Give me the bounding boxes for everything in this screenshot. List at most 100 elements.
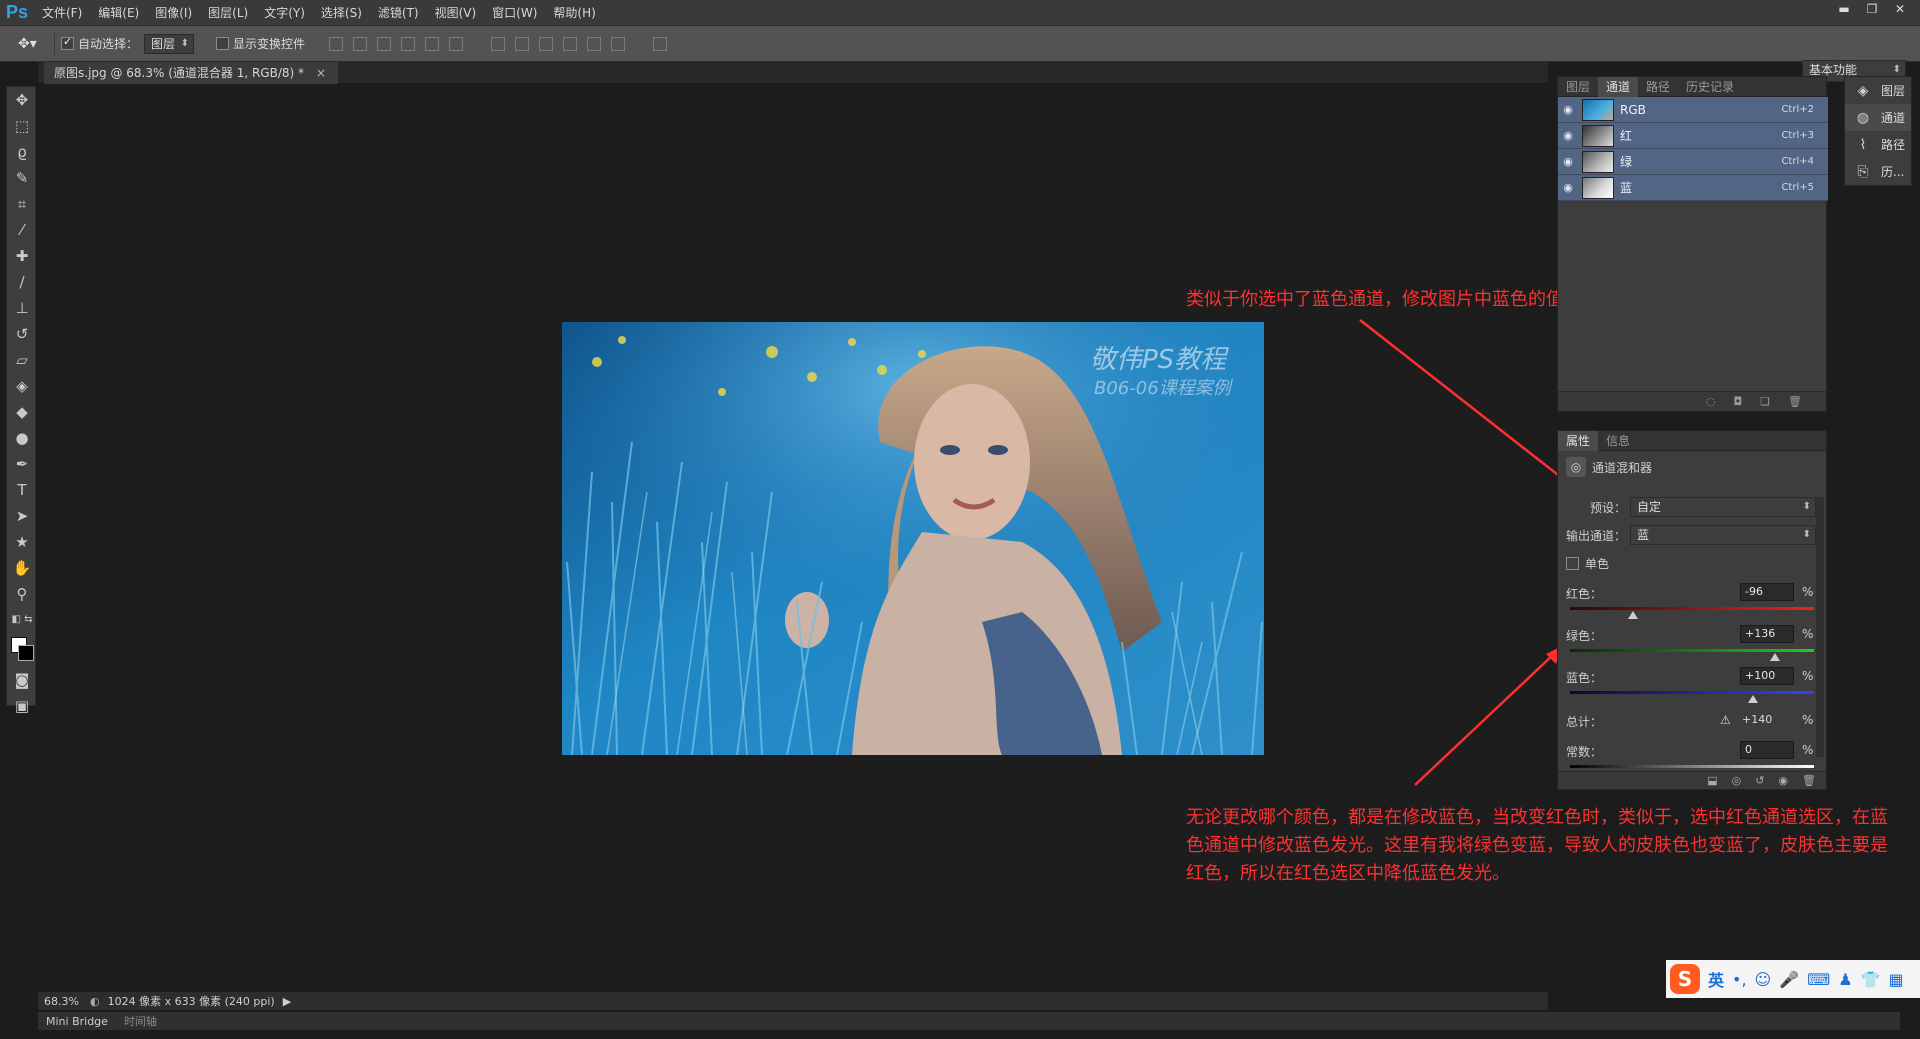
status-menu-arrow-icon[interactable]: ▶ — [283, 995, 291, 1008]
channel-shortcut: Ctrl+4 — [1781, 156, 1814, 167]
path-select-tool-icon[interactable]: ➤ — [7, 503, 37, 529]
red-slider-track[interactable] — [1570, 607, 1814, 610]
shape-tool-icon[interactable]: ★ — [7, 529, 37, 555]
grid-menu-icon[interactable]: ▦ — [1889, 970, 1904, 989]
eyedropper-tool-icon[interactable]: ⁄ — [7, 217, 37, 243]
crop-tool-icon[interactable]: ⌗ — [7, 191, 37, 217]
output-channel-dropdown[interactable]: 蓝 — [1630, 525, 1816, 545]
pen-tool-icon[interactable]: ✒ — [7, 451, 37, 477]
hand-tool-icon[interactable]: ✋ — [7, 555, 37, 581]
sogou-logo-icon[interactable]: S — [1670, 964, 1700, 994]
blue-slider-thumb[interactable] — [1748, 695, 1758, 703]
type-tool-icon[interactable]: T — [7, 477, 37, 503]
ime-mode[interactable]: 英 — [1708, 967, 1724, 991]
tab-properties[interactable]: 属性 — [1558, 430, 1599, 451]
quick-select-tool-icon[interactable]: ✎ — [7, 165, 37, 191]
channel-thumbnail — [1582, 150, 1614, 173]
channel-row-red[interactable]: ◉ 红 Ctrl+3 — [1558, 123, 1828, 149]
tab-layers[interactable]: 图层 — [1558, 77, 1598, 97]
marquee-tool-icon[interactable]: ⬚ — [7, 113, 37, 139]
quick-mask-icon[interactable]: ◙ — [7, 667, 37, 693]
visibility-eye-icon[interactable]: ◉ — [1558, 129, 1578, 142]
channel-row-rgb[interactable]: ◉ RGB Ctrl+2 — [1558, 97, 1828, 123]
red-value-input[interactable]: -96 — [1740, 583, 1794, 601]
channel-name: 绿 — [1620, 155, 1633, 169]
load-selection-icon[interactable]: ◌ — [1706, 395, 1716, 408]
stamp-tool-icon[interactable]: ⊥ — [7, 295, 37, 321]
red-slider-thumb[interactable] — [1628, 611, 1639, 619]
lasso-tool-icon[interactable]: ϱ — [7, 139, 37, 165]
delete-adjustment-icon[interactable]: 🗑 — [1802, 774, 1816, 787]
visibility-eye-icon[interactable]: ◉ — [1558, 181, 1578, 194]
brush-tool-icon[interactable]: ∕ — [7, 269, 37, 295]
tab-timeline[interactable]: 时间轴 — [116, 1013, 165, 1029]
green-label: 绿色： — [1566, 629, 1603, 643]
monochrome-checkbox[interactable] — [1566, 557, 1579, 570]
background-color[interactable] — [18, 645, 34, 661]
channel-shortcut: Ctrl+5 — [1781, 182, 1814, 193]
dock-history-label: 历... — [1881, 165, 1905, 179]
tab-info[interactable]: 信息 — [1598, 431, 1638, 451]
channel-row-green[interactable]: ◉ 绿 Ctrl+4 — [1558, 149, 1828, 175]
preset-label: 预设： — [1589, 500, 1626, 515]
red-label: 红色： — [1566, 587, 1603, 601]
zoom-tool-icon[interactable]: ⚲ — [7, 581, 37, 607]
tab-channels[interactable]: 通道 — [1598, 76, 1639, 97]
properties-scrollbar[interactable] — [1816, 497, 1824, 757]
doc-info-icon: ◐ — [90, 994, 100, 1008]
dodge-tool-icon[interactable]: ● — [7, 425, 37, 451]
microphone-icon[interactable]: 🎤 — [1779, 970, 1799, 989]
eraser-tool-icon[interactable]: ▱ — [7, 347, 37, 373]
history-brush-tool-icon[interactable]: ↺ — [7, 321, 37, 347]
constant-slider-track[interactable] — [1570, 765, 1814, 768]
total-label: 总计： — [1566, 715, 1603, 729]
blue-value-input[interactable]: +100 — [1740, 667, 1794, 685]
dock-channels[interactable]: ◍ 通道 — [1845, 104, 1911, 131]
tab-mini-bridge[interactable]: Mini Bridge — [38, 1015, 116, 1028]
layers-icon: ◈ — [1857, 82, 1869, 99]
emoji-icon[interactable]: ☺ — [1755, 970, 1772, 989]
default-colors-icon[interactable]: ◧ ⇆ — [7, 607, 37, 633]
toggle-visibility-icon[interactable]: ◉ — [1778, 774, 1788, 787]
dock-paths-label: 路径 — [1881, 138, 1906, 152]
reset-icon[interactable]: ↺ — [1755, 774, 1764, 787]
bottom-panel-bar: Mini Bridge 时间轴 — [38, 1012, 1900, 1030]
dock-history[interactable]: ⎘ 历... — [1845, 158, 1911, 185]
visibility-eye-icon[interactable]: ◉ — [1558, 103, 1578, 116]
monochrome-label: 单色 — [1585, 557, 1610, 571]
tab-paths[interactable]: 路径 — [1638, 77, 1678, 97]
view-previous-icon[interactable]: ◎ — [1732, 774, 1742, 787]
skin-icon[interactable]: 👕 — [1861, 970, 1881, 989]
channel-row-blue[interactable]: ◉ 蓝 Ctrl+5 — [1558, 175, 1828, 201]
delete-channel-icon[interactable]: 🗑 — [1788, 395, 1802, 408]
channels-panel-footer: ◌ ◘ ❏ 🗑 — [1558, 391, 1826, 411]
healing-tool-icon[interactable]: ✚ — [7, 243, 37, 269]
blue-slider-track[interactable] — [1570, 691, 1814, 694]
screen-mode-icon[interactable]: ▣ — [7, 693, 37, 719]
keyboard-icon[interactable]: ⌨ — [1807, 970, 1830, 989]
clip-to-layer-icon[interactable]: ⬓ — [1707, 774, 1717, 787]
dock-layers[interactable]: ◈ 图层 — [1845, 77, 1911, 104]
user-icon[interactable]: ♟ — [1838, 970, 1852, 989]
dock-paths[interactable]: ⌇ 路径 — [1845, 131, 1911, 158]
punctuation-icon[interactable]: •, — [1732, 970, 1747, 989]
bucket-tool-icon[interactable]: ◈ — [7, 373, 37, 399]
properties-panel-footer: ⬓ ◎ ↺ ◉ 🗑 — [1558, 771, 1826, 789]
new-channel-icon[interactable]: ❏ — [1760, 395, 1770, 408]
visibility-eye-icon[interactable]: ◉ — [1558, 155, 1578, 168]
arrow-line-bottom — [1414, 653, 1555, 786]
constant-value-input[interactable]: 0 — [1740, 741, 1794, 759]
output-channel-label: 输出通道： — [1566, 528, 1627, 543]
blur-tool-icon[interactable]: ◆ — [7, 399, 37, 425]
move-tool-icon[interactable]: ✥ — [7, 87, 37, 113]
channel-list: ◉ RGB Ctrl+2 ◉ 红 Ctrl+3 ◉ 绿 Ctrl+4 ◉ 蓝 C… — [1558, 97, 1828, 201]
zoom-level[interactable]: 68.3% — [38, 995, 84, 1008]
blue-label: 蓝色： — [1566, 671, 1603, 685]
green-value-input[interactable]: +136 — [1740, 625, 1794, 643]
color-swatches[interactable] — [7, 633, 37, 667]
save-selection-icon[interactable]: ◘ — [1733, 395, 1742, 408]
green-slider-thumb[interactable] — [1769, 653, 1780, 661]
tab-history[interactable]: 历史记录 — [1678, 77, 1742, 97]
green-slider-track[interactable] — [1570, 649, 1814, 652]
preset-dropdown[interactable]: 自定 — [1630, 497, 1816, 517]
